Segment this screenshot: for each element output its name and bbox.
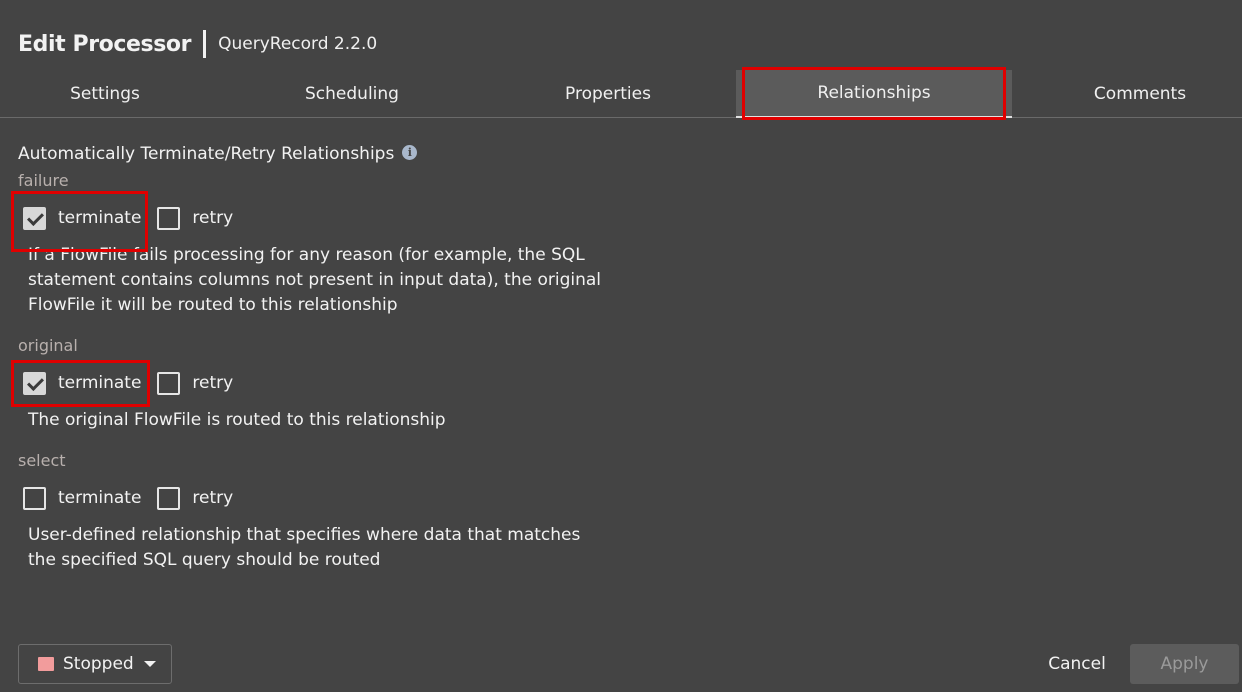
section-title: Automatically Terminate/Retry Relationsh… — [18, 144, 418, 164]
tab-scheduling[interactable]: Scheduling — [247, 70, 457, 118]
failure-terminate-label: terminate — [58, 208, 142, 228]
original-description: The original FlowFile is routed to this … — [28, 408, 628, 433]
relationship-name-select: select — [18, 451, 66, 470]
failure-description-line: FlowFile it will be routed to this relat… — [28, 295, 398, 315]
tab-bar: Settings Scheduling Properties Relations… — [0, 70, 1242, 118]
select-description: User-defined relationship that specifies… — [28, 523, 628, 573]
select-description-line: User-defined relationship that specifies… — [28, 525, 581, 545]
apply-button[interactable]: Apply — [1130, 644, 1239, 684]
select-retry-label: retry — [192, 488, 234, 508]
select-terminate-label: terminate — [58, 488, 142, 508]
failure-options: terminate retry — [23, 206, 249, 230]
select-options: terminate retry — [23, 486, 249, 510]
dialog-title: Edit Processor — [18, 31, 192, 57]
caret-down-icon — [143, 661, 156, 667]
failure-description-line: If a FlowFile fails processing for any r… — [28, 245, 585, 265]
tab-relationships[interactable]: Relationships — [736, 70, 1012, 118]
cancel-button[interactable]: Cancel — [1032, 644, 1122, 684]
tab-comments[interactable]: Comments — [1035, 70, 1242, 118]
tab-properties[interactable]: Properties — [503, 70, 713, 118]
original-retry-checkbox[interactable] — [157, 371, 181, 395]
relationship-name-failure: failure — [18, 171, 69, 190]
failure-description: If a FlowFile fails processing for any r… — [28, 243, 628, 318]
original-description-line: The original FlowFile is routed to this … — [28, 410, 446, 430]
relationship-name-original: original — [18, 336, 78, 355]
dialog-header: Edit Processor QueryRecord 2.2.0 — [18, 28, 377, 60]
select-retry-checkbox[interactable] — [157, 486, 181, 510]
section-title-text: Automatically Terminate/Retry Relationsh… — [18, 144, 395, 164]
original-options: terminate retry — [23, 371, 249, 395]
original-terminate-label: terminate — [58, 373, 142, 393]
original-terminate-checkbox[interactable] — [23, 371, 46, 395]
stopped-status-icon — [38, 657, 54, 671]
failure-description-line: statement contains columns not present i… — [28, 270, 602, 290]
info-icon[interactable]: i — [402, 144, 418, 160]
original-retry-label: retry — [192, 373, 234, 393]
run-status-label: Stopped — [63, 654, 134, 674]
failure-retry-checkbox[interactable] — [157, 206, 181, 230]
select-terminate-checkbox[interactable] — [23, 486, 46, 510]
title-divider — [203, 30, 207, 58]
processor-type-label: QueryRecord 2.2.0 — [218, 34, 378, 54]
run-status-dropdown[interactable]: Stopped — [18, 644, 172, 684]
failure-retry-label: retry — [192, 208, 234, 228]
select-description-line: the specified SQL query should be routed — [28, 550, 381, 570]
failure-terminate-checkbox[interactable] — [23, 206, 46, 230]
tab-settings[interactable]: Settings — [0, 70, 210, 118]
edit-processor-dialog: Edit Processor QueryRecord 2.2.0 Setting… — [0, 0, 1242, 692]
